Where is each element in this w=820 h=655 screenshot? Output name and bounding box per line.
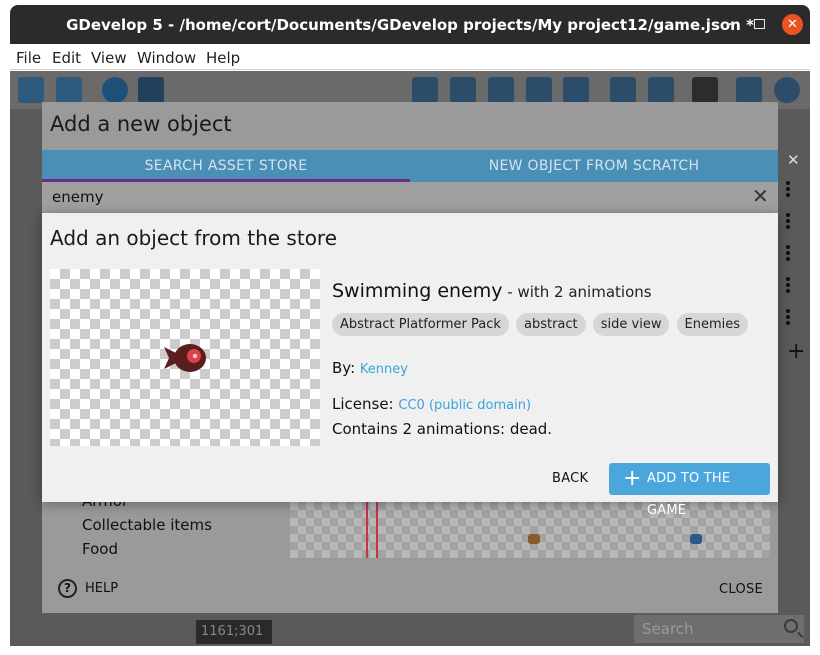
maximize-icon[interactable] xyxy=(751,17,767,33)
menu-view[interactable]: View xyxy=(91,49,127,67)
delete-icon[interactable] xyxy=(692,77,718,103)
asset-preview-image xyxy=(50,269,320,446)
author-label: By: xyxy=(332,359,356,377)
category-item[interactable]: Collectable items xyxy=(82,513,212,537)
preview-icon[interactable] xyxy=(102,77,128,103)
scene-icon[interactable] xyxy=(56,77,82,103)
asset-search-input[interactable] xyxy=(50,185,740,209)
license-link[interactable]: CC0 (public domain) xyxy=(398,398,531,413)
author-link[interactable]: Kenney xyxy=(360,362,408,377)
add-icon[interactable]: + xyxy=(787,339,805,364)
asset-pack-preview[interactable] xyxy=(290,502,770,558)
dialog-tabs: SEARCH ASSET STORE NEW OBJECT FROM SCRAT… xyxy=(42,150,778,182)
tag-chip[interactable]: Enemies xyxy=(676,313,749,336)
window-titlebar: GDevelop 5 - /home/cort/Documents/GDevel… xyxy=(10,5,810,44)
menu-help[interactable]: Help xyxy=(206,49,240,67)
asset-tags: Abstract Platformer Pack abstract side v… xyxy=(332,313,750,336)
undo-icon[interactable] xyxy=(610,77,636,103)
swimming-enemy-sprite xyxy=(164,344,206,372)
debug-icon[interactable] xyxy=(138,77,164,103)
help-button[interactable]: ? HELP xyxy=(58,579,118,598)
more-icon[interactable] xyxy=(786,277,790,293)
menu-window[interactable]: Window xyxy=(137,49,196,67)
store-item-dialog: Add an object from the store Swimming en… xyxy=(42,213,778,518)
redo-icon[interactable] xyxy=(648,77,674,103)
category-item[interactable]: Food xyxy=(82,537,212,561)
asset-subtitle: - with 2 animations xyxy=(502,283,652,301)
help-icon: ? xyxy=(58,579,77,598)
grid-icon[interactable] xyxy=(736,77,762,103)
cursor-coordinates: 1161;301 xyxy=(196,620,272,644)
group-icon[interactable] xyxy=(450,77,476,103)
tab-new-object-from-scratch[interactable]: NEW OBJECT FROM SCRATCH xyxy=(410,150,778,182)
zoom-reset-icon[interactable] xyxy=(774,77,800,103)
search-icon xyxy=(784,619,798,633)
objects-search-field[interactable]: Search xyxy=(634,615,804,643)
plus-icon: + xyxy=(623,466,642,491)
license-label: License: xyxy=(332,395,394,413)
search-placeholder: Search xyxy=(642,620,694,638)
asset-author: By: Kenney xyxy=(332,359,408,377)
instances-list-icon[interactable] xyxy=(526,77,552,103)
add-to-game-button[interactable]: + ADD TO THE GAME xyxy=(609,463,770,518)
object-icon[interactable] xyxy=(412,77,438,103)
layers-icon[interactable] xyxy=(563,77,589,103)
project-manager-icon[interactable] xyxy=(18,77,44,103)
asset-license: License: CC0 (public domain) xyxy=(332,395,531,413)
sprite-thumbnail xyxy=(690,534,702,544)
close-window-icon[interactable]: ✕ xyxy=(782,14,803,35)
close-button[interactable]: CLOSE xyxy=(719,582,763,597)
menu-file[interactable]: File xyxy=(16,49,41,67)
menu-edit[interactable]: Edit xyxy=(52,49,81,67)
clear-search-icon[interactable]: ✕ xyxy=(752,184,769,208)
tab-search-asset-store[interactable]: SEARCH ASSET STORE xyxy=(42,150,410,182)
asset-name: Swimming enemy xyxy=(332,280,503,302)
tag-chip[interactable]: Abstract Platformer Pack xyxy=(332,313,509,336)
window-title: GDevelop 5 - /home/cort/Documents/GDevel… xyxy=(66,16,754,34)
help-label: HELP xyxy=(85,581,119,596)
more-icon[interactable] xyxy=(786,181,790,197)
asset-search-bar: ✕ xyxy=(42,182,778,212)
more-icon[interactable] xyxy=(786,213,790,229)
asset-animations-info: Contains 2 animations: dead. xyxy=(332,420,553,438)
sprite-thumbnail xyxy=(528,534,540,544)
close-panel-icon[interactable]: ✕ xyxy=(787,151,800,169)
asset-title: Swimming enemy - with 2 animations xyxy=(332,280,652,302)
more-icon[interactable] xyxy=(786,245,790,261)
dialog-title: Add an object from the store xyxy=(50,226,338,250)
minimize-icon[interactable]: – xyxy=(722,17,738,33)
tag-chip[interactable]: abstract xyxy=(516,313,586,336)
more-icon[interactable] xyxy=(786,309,790,325)
dialog-title: Add a new object xyxy=(50,112,232,136)
menubar: File Edit View Window Help xyxy=(10,44,810,70)
tag-chip[interactable]: side view xyxy=(592,313,670,336)
properties-icon[interactable] xyxy=(488,77,514,103)
back-button[interactable]: BACK xyxy=(552,471,588,486)
